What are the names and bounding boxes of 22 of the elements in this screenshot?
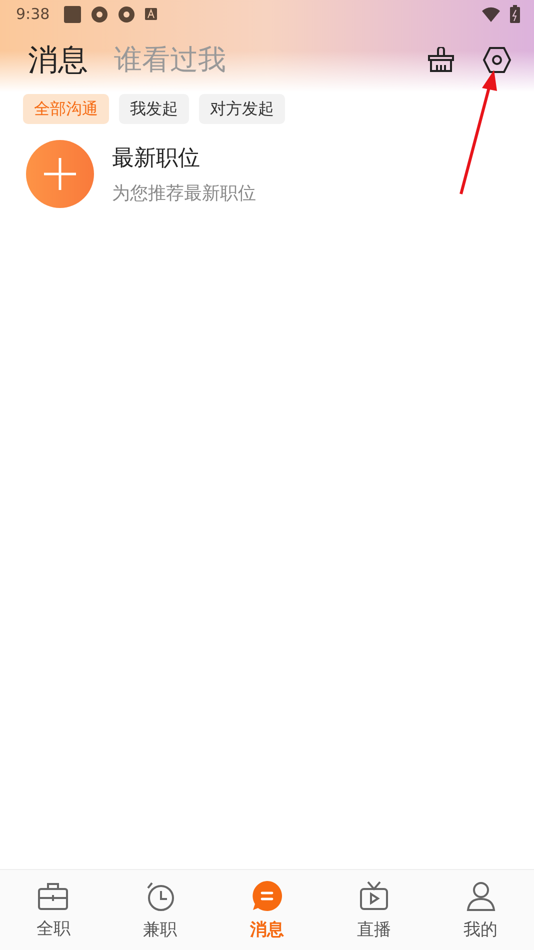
notification-icon [144,8,157,20]
tv-icon [358,880,390,912]
broom-icon[interactable] [426,45,456,75]
wifi-icon [482,6,500,22]
settings-icon[interactable] [482,45,512,75]
nav-tab[interactable]: 我的 [427,870,534,950]
notification-icon [90,6,108,22]
status-time: 9:38 [16,5,50,23]
header-tab[interactable]: 消息 [28,40,88,80]
notification-icon [64,6,81,22]
filter-chip[interactable]: 我发起 [119,94,189,124]
notification-icon [118,6,135,22]
filter-chip[interactable]: 对方发起 [199,94,285,124]
person-icon [464,880,497,912]
nav-tab[interactable]: 全职 [0,870,107,950]
briefcase-icon [37,880,70,910]
nav-tab[interactable]: 兼职 [106,870,214,950]
item-title: 最新职位 [112,145,201,173]
chat-bubble-icon [250,880,283,912]
nav-tab[interactable]: 直播 [320,870,428,950]
battery-icon [510,5,520,23]
item-subtitle: 为您推荐最新职位 [112,182,256,205]
